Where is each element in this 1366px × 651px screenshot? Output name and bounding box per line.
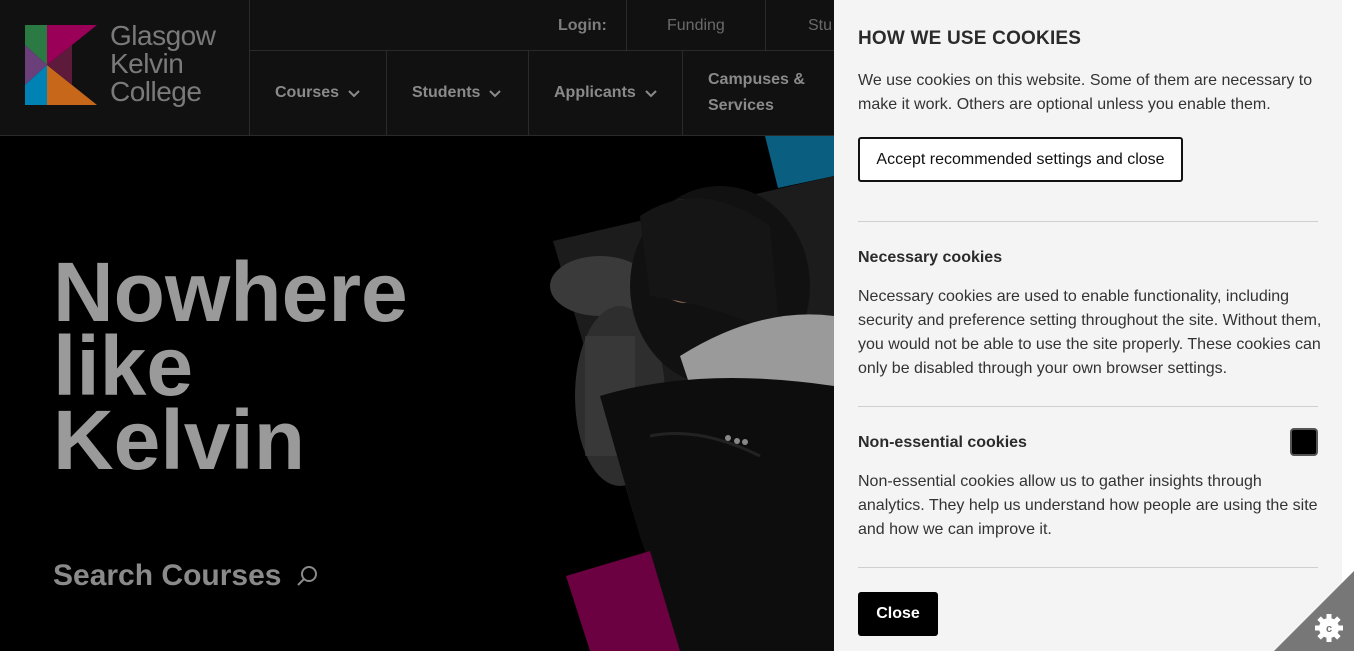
nav-campuses-services[interactable]: Campuses & Services: [683, 51, 843, 135]
cookie-settings-corner[interactable]: c: [1274, 571, 1354, 651]
nonessential-cookies-text: Non-essential cookies allow us to gather…: [858, 473, 1318, 538]
search-courses-label: Search Courses: [53, 559, 282, 592]
nav-applicants-label: Applicants: [554, 84, 636, 101]
divider: [626, 0, 627, 50]
cookie-consent-panel: HOW WE USE COOKIES We use cookies on thi…: [834, 0, 1342, 651]
cookie-panel-title: HOW WE USE COOKIES: [858, 28, 1082, 49]
chevron-down-icon: [645, 90, 657, 98]
close-button[interactable]: Close: [858, 592, 938, 636]
login-label: Login:: [558, 17, 607, 34]
college-logo[interactable]: Glasgow Kelvin College: [0, 0, 250, 135]
logo-line-2: Kelvin: [110, 48, 184, 79]
necessary-cookies-title: Necessary cookies: [858, 249, 1003, 266]
logo-mark-icon: [25, 25, 97, 105]
divider: [858, 406, 1318, 407]
cookie-settings-icon: c: [1315, 614, 1343, 642]
page-scrollbar[interactable]: [1342, 0, 1366, 651]
logo-wordmark: Glasgow Kelvin College: [110, 20, 216, 107]
nav-applicants[interactable]: Applicants: [529, 51, 683, 135]
hero-line-2: like: [53, 319, 194, 413]
divider: [858, 221, 1318, 222]
divider: [858, 567, 1318, 568]
cookie-panel-intro: We use cookies on this website. Some of …: [858, 72, 1313, 113]
svg-text:c: c: [1326, 623, 1332, 635]
nav-services-label: Services: [708, 97, 774, 114]
nav-courses-label: Courses: [275, 84, 340, 101]
hero-heading: Nowhere like Kelvin: [53, 245, 408, 487]
funding-link[interactable]: Funding: [667, 17, 725, 35]
hero-line-3: Kelvin: [53, 393, 306, 487]
nav-students-label: Students: [412, 84, 481, 101]
nonessential-cookies-title: Non-essential cookies: [858, 434, 1027, 451]
nav-campuses-label: Campuses &: [708, 71, 805, 88]
necessary-cookies-text: Necessary cookies are used to enable fun…: [858, 288, 1322, 377]
search-icon: [297, 566, 318, 586]
search-courses-button[interactable]: Search Courses: [53, 559, 319, 593]
chevron-down-icon: [489, 90, 502, 98]
students-top-link[interactable]: Stu: [808, 17, 832, 35]
logo-line-3: College: [110, 76, 202, 107]
divider: [765, 0, 766, 50]
accept-recommended-button[interactable]: Accept recommended settings and close: [858, 137, 1183, 182]
hero-line-1: Nowhere: [53, 245, 408, 339]
nonessential-cookies-toggle[interactable]: [1290, 428, 1318, 456]
nav-courses[interactable]: Courses: [250, 51, 387, 135]
page: Glasgow Kelvin College Login: Funding St…: [0, 0, 1366, 651]
nav-students[interactable]: Students: [387, 51, 529, 135]
chevron-down-icon: [348, 90, 360, 98]
logo-line-1: Glasgow: [110, 20, 216, 51]
